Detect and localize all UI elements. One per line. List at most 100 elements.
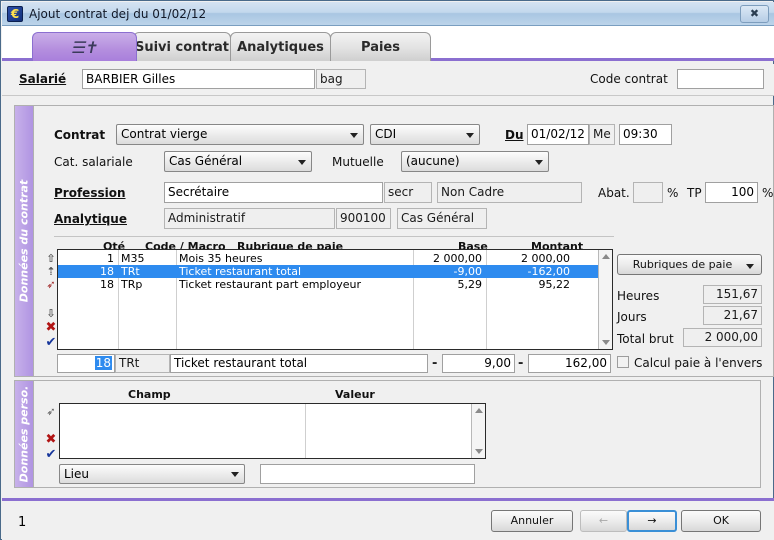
salarie-code-field[interactable]: bag — [316, 69, 366, 89]
abat-label: Abat. — [598, 186, 630, 200]
profession-statut-field: Non Cadre — [437, 182, 582, 203]
grid-scrollbar[interactable] — [598, 250, 612, 349]
contract-type-value: CDI — [375, 127, 397, 141]
field-name-select[interactable]: Lieu — [59, 464, 245, 484]
cell-code: TRt — [121, 265, 140, 278]
profession-code-field[interactable]: secr — [384, 182, 432, 203]
contrat-select[interactable]: Contrat vierge — [116, 124, 364, 145]
heures-value: 151,67 — [703, 285, 762, 304]
tab-suivi-contrat[interactable]: Suivi contrat — [133, 32, 231, 61]
chevron-down-icon — [298, 159, 306, 165]
analytique-code-field[interactable]: 900100 — [336, 208, 391, 229]
page-number: 1 — [18, 515, 27, 530]
personal-data-strip-label: Données perso. — [17, 385, 31, 483]
chevron-down-icon — [746, 264, 754, 269]
calcul-envers-label: Calcul paie à l'envers — [634, 356, 763, 370]
du-label: Du — [505, 128, 524, 142]
edit-sep-1: - — [432, 356, 438, 371]
col-header-champ: Champ — [128, 388, 171, 401]
total-brut-label: Total brut — [617, 332, 674, 346]
red-flag-icon[interactable]: ➶ — [45, 406, 57, 417]
abat-input[interactable] — [633, 182, 663, 203]
edit-rubrique-input[interactable]: Ticket restaurant total — [170, 354, 428, 373]
footer-bar: 1 Annuler ← → OK — [2, 498, 774, 540]
analytique-cat-field: Cas Général — [397, 208, 487, 229]
chevron-down-icon — [535, 159, 543, 165]
salarie-input[interactable]: BARBIER Gilles — [82, 69, 315, 89]
col-header-valeur: Valeur — [335, 388, 375, 401]
mutuelle-label: Mutuelle — [332, 155, 384, 169]
validate-check-icon[interactable]: ✔ — [45, 336, 57, 349]
edit-qte-input[interactable]: 18 — [57, 354, 115, 373]
next-button[interactable]: → — [627, 510, 677, 532]
personal-data-strip: Données perso. — [15, 381, 34, 487]
cat-salariale-select[interactable]: Cas Général — [164, 151, 312, 172]
edit-montant-input[interactable]: 162,00 — [528, 354, 611, 373]
window-title: Ajout contrat dej du 01/02/12 — [29, 7, 207, 21]
chevron-down-icon — [231, 472, 239, 477]
cell-rubrique: Ticket restaurant total — [179, 265, 302, 278]
up-single-icon[interactable]: ⇡ — [45, 266, 57, 277]
edit-code-input[interactable]: TRt — [115, 354, 170, 373]
prev-button: ← — [580, 510, 627, 532]
personal-fields-grid[interactable] — [59, 403, 486, 459]
tab-analytiques[interactable]: Analytiques — [230, 32, 331, 61]
tab-paies[interactable]: Paies — [330, 32, 431, 61]
cell-base: -9,00 — [453, 265, 482, 278]
profession-input[interactable]: Secrétaire — [164, 182, 383, 203]
abat-percent-label: % — [667, 186, 679, 200]
table-row[interactable]: 18 TRp Ticket restaurant part employeur … — [58, 278, 612, 291]
tab-bar: ☰✝ Suivi contrat Analytiques Paies — [2, 26, 774, 61]
cell-montant: -162,00 — [527, 265, 570, 278]
scroll-up-icon[interactable] — [474, 408, 483, 413]
scroll-down-icon[interactable] — [601, 340, 610, 345]
delete-cross-icon[interactable]: ✖ — [45, 433, 57, 446]
scroll-up-icon[interactable] — [601, 254, 610, 259]
table-row[interactable]: 1 M35 Mois 35 heures 2 000,00 2 000,00 — [58, 252, 612, 265]
code-contrat-input[interactable] — [677, 69, 764, 89]
red-flag-icon[interactable]: ➶ — [45, 279, 57, 290]
scroll-down-icon[interactable] — [474, 449, 483, 454]
total-brut-value: 2 000,00 — [683, 328, 762, 347]
cell-code: TRp — [121, 278, 143, 291]
field-value-input[interactable] — [260, 464, 475, 484]
du-time-input[interactable]: 09:30 — [619, 124, 672, 145]
personal-grid-scrollbar[interactable] — [471, 404, 485, 458]
personal-data-panel: Données perso. Champ Valeur ➶ ✖ ✔ Lieu — [14, 380, 761, 488]
payroll-lines-grid[interactable]: 1 M35 Mois 35 heures 2 000,00 2 000,00 1… — [57, 249, 613, 350]
cell-base: 5,29 — [457, 278, 483, 291]
chevron-down-icon — [350, 132, 358, 138]
ok-button[interactable]: OK — [681, 510, 761, 532]
cell-qte: 18 — [100, 278, 114, 291]
contract-data-strip-label: Données du contrat — [17, 179, 31, 303]
euro-app-icon: € — [7, 6, 23, 22]
table-row[interactable]: 18 TRt Ticket restaurant total -9,00 -16… — [58, 265, 612, 278]
mutuelle-select[interactable]: (aucune) — [401, 151, 549, 172]
field-name-value: Lieu — [64, 467, 90, 481]
cell-qte: 1 — [107, 252, 114, 265]
cell-montant: 2 000,00 — [521, 252, 570, 265]
rubriques-de-paie-button[interactable]: Rubriques de paie — [617, 254, 762, 275]
tab-contract[interactable]: ☰✝ — [32, 32, 137, 61]
delete-cross-icon[interactable]: ✖ — [45, 321, 57, 334]
mutuelle-value: (aucune) — [406, 154, 460, 168]
application-window: € Ajout contrat dej du 01/02/12 ✖ ☰✝ Sui… — [0, 0, 774, 540]
validate-check-icon[interactable]: ✔ — [45, 448, 57, 461]
salarie-label: Salarié — [19, 72, 67, 86]
close-icon[interactable]: ✖ — [740, 5, 769, 23]
up-double-icon[interactable]: ⇧ — [45, 253, 57, 264]
cell-base: 2 000,00 — [433, 252, 482, 265]
cat-salariale-label: Cat. salariale — [54, 155, 133, 169]
du-date-input[interactable]: 01/02/12 — [527, 124, 589, 145]
tp-input[interactable]: 100 — [705, 182, 758, 203]
edit-base-input[interactable]: 9,00 — [442, 354, 515, 373]
contract-quill-icon: ☰✝ — [69, 38, 100, 57]
down-icon[interactable]: ⇩ — [45, 308, 57, 319]
calcul-envers-checkbox[interactable] — [617, 356, 629, 368]
edit-sep-2: - — [518, 356, 524, 371]
tp-label: TP — [687, 186, 702, 200]
cancel-button[interactable]: Annuler — [491, 510, 573, 532]
contract-type-select[interactable]: CDI — [370, 124, 480, 145]
analytique-input[interactable]: Administratif — [164, 208, 335, 229]
cell-rubrique: Ticket restaurant part employeur — [179, 278, 361, 291]
